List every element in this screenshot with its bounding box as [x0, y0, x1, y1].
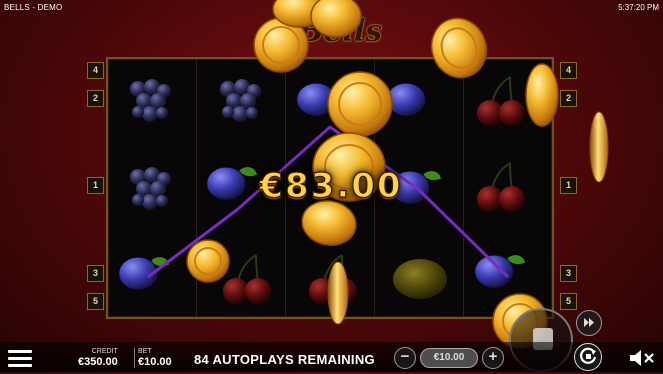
gold-coin-icon — [310, 0, 362, 38]
gold-coin-icon — [525, 63, 559, 127]
sound-muted-icon[interactable] — [628, 348, 656, 368]
gold-coin-icon — [186, 239, 230, 283]
payline-badge-left: 4 — [87, 62, 104, 79]
fast-forward-button[interactable] — [576, 310, 602, 336]
autoplays-remaining: 84 AUTOPLAYS REMAINING — [194, 352, 375, 367]
payline-badge-right: 1 — [560, 177, 577, 194]
gold-coin-icon — [430, 17, 488, 79]
bet-label: BET — [138, 348, 152, 355]
payline-badge-left: 3 — [87, 265, 104, 282]
win-amount: €83.00 — [259, 165, 403, 206]
payline-badge-right: 3 — [560, 265, 577, 282]
bet-decrease-button[interactable]: − — [394, 347, 416, 369]
autoplay-button[interactable] — [574, 343, 602, 371]
payline-badge-left: 1 — [87, 177, 104, 194]
credit-label: CREDIT — [91, 348, 118, 355]
payline-badge-left: 2 — [87, 90, 104, 107]
bet-increase-button[interactable]: + — [482, 347, 504, 369]
gold-coin-icon — [327, 71, 393, 137]
bet-amount-display: €10.00 — [420, 348, 478, 368]
payline-badge-right: 4 — [560, 62, 577, 79]
hamburger-menu-icon[interactable] — [8, 350, 32, 368]
fast-forward-icon — [583, 318, 594, 327]
clock: 5:37:20 PM — [618, 3, 659, 12]
payline-badge-left: 5 — [87, 293, 104, 310]
bet-display: BET €10.00 — [134, 348, 172, 368]
payline-badge-right: 5 — [560, 293, 577, 310]
bet-value: €10.00 — [138, 356, 172, 368]
credit-display: CREDIT €350.00 — [78, 348, 118, 368]
gold-coin-icon — [327, 261, 349, 325]
credit-value: €350.00 — [78, 356, 118, 368]
payline-badge-right: 2 — [560, 90, 577, 107]
game-title: BELLS - DEMO — [4, 3, 63, 12]
gold-coin-icon — [589, 111, 609, 183]
autoplay-icon — [579, 347, 596, 364]
